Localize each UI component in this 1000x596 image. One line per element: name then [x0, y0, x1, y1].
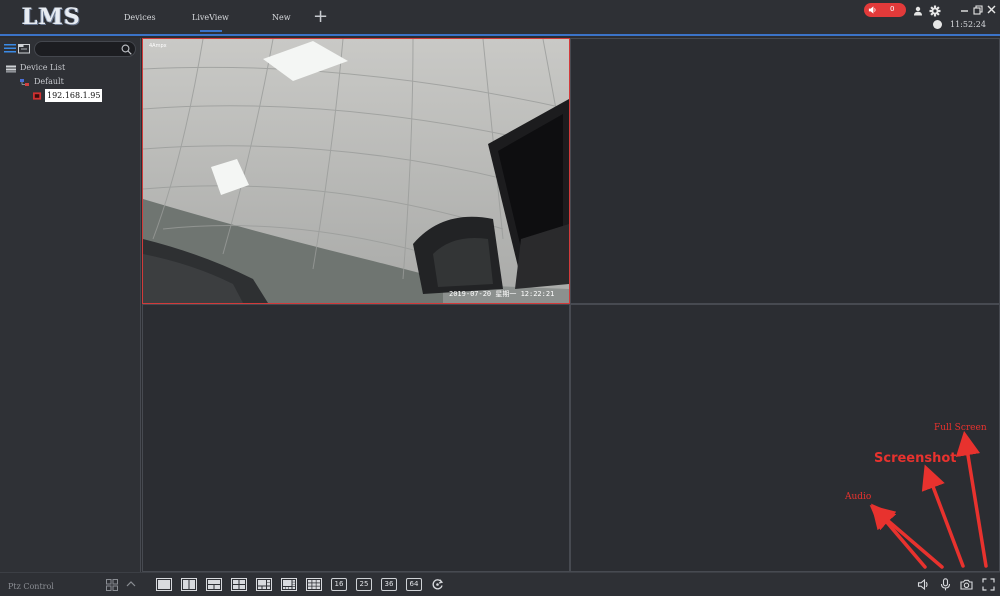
lms-window: LMS Devices LiveView New + 0 11:52:24 De…: [0, 0, 1000, 596]
video-cell-4[interactable]: [570, 304, 1000, 572]
camera-video-feed: [143, 39, 569, 303]
camera-device-icon: [33, 92, 42, 100]
tree-group-label: Default: [34, 77, 64, 86]
sidebar: Device List Default 192.168.1.95: [0, 38, 141, 574]
clock-icon: [933, 20, 942, 29]
clock-time: 11:52:24: [950, 20, 986, 29]
tree-device-label: 192.168.1.95: [45, 89, 103, 102]
speaker-icon: [868, 6, 876, 14]
microphone-icon[interactable]: [939, 578, 952, 591]
layout-3-icon[interactable]: [206, 578, 222, 591]
add-tab-icon[interactable]: +: [313, 8, 328, 26]
annotation-audio: Audio: [845, 492, 872, 502]
cycle-icon[interactable]: [431, 578, 444, 591]
search-icon[interactable]: [121, 44, 132, 55]
annotation-screenshot: Screenshot: [874, 451, 957, 466]
alarm-count: 0: [890, 5, 895, 13]
user-icon[interactable]: [913, 6, 923, 16]
layout-9-icon[interactable]: [306, 578, 322, 591]
layout-25-button[interactable]: 25: [356, 578, 372, 591]
device-search: [34, 41, 136, 57]
gear-icon[interactable]: [929, 5, 941, 17]
layout-1-icon[interactable]: [156, 578, 172, 591]
bottom-toolbar: Ptz Control 16 25 36 64: [0, 572, 1000, 596]
layout-8-icon[interactable]: [281, 578, 297, 591]
tab-new[interactable]: New: [272, 13, 291, 22]
tree-root-label: Device List: [20, 63, 66, 72]
layout-6-icon[interactable]: [256, 578, 272, 591]
layout-2-icon[interactable]: [181, 578, 197, 591]
active-tab-indicator: [200, 30, 222, 32]
fullscreen-icon[interactable]: [982, 578, 995, 591]
layout-16-button[interactable]: 16: [331, 578, 347, 591]
tab-liveview[interactable]: LiveView: [192, 13, 229, 22]
restore-icon[interactable]: [973, 5, 983, 15]
chevron-up-icon[interactable]: [126, 580, 136, 588]
group-icon: [20, 79, 29, 86]
layout-36-button[interactable]: 36: [381, 578, 397, 591]
close-icon[interactable]: [987, 5, 996, 14]
list-view-icon[interactable]: [4, 43, 16, 54]
screenshot-camera-icon[interactable]: [960, 578, 973, 591]
top-bar: LMS Devices LiveView New + 0 11:52:24: [0, 0, 1000, 36]
ptz-grid-icon[interactable]: [106, 579, 118, 591]
folder-view-icon[interactable]: [18, 43, 30, 54]
sidebar-toolbar: [4, 41, 136, 57]
device-list-icon: [6, 65, 16, 73]
window-controls: [961, 5, 996, 15]
tab-devices[interactable]: Devices: [124, 13, 156, 22]
audio-icon[interactable]: [917, 578, 930, 591]
ptz-control-label[interactable]: Ptz Control: [8, 582, 54, 591]
video-cell-2[interactable]: [570, 38, 1000, 304]
app-logo: LMS: [22, 4, 81, 30]
osd-timestamp: 2019-07-20 星期一 12:22:21: [449, 290, 555, 298]
device-search-input[interactable]: [43, 43, 119, 55]
osd-camera-name: 4Ampx: [149, 43, 167, 49]
video-cell-1[interactable]: 4Ampx 2019-07-20 星期一 12:22:21: [142, 38, 570, 304]
layout-64-button[interactable]: 64: [406, 578, 422, 591]
video-cell-3[interactable]: [142, 304, 570, 572]
layout-4-icon[interactable]: [231, 578, 247, 591]
annotation-full-screen: Full Screen: [934, 423, 987, 433]
alarm-badge[interactable]: 0: [864, 3, 906, 17]
